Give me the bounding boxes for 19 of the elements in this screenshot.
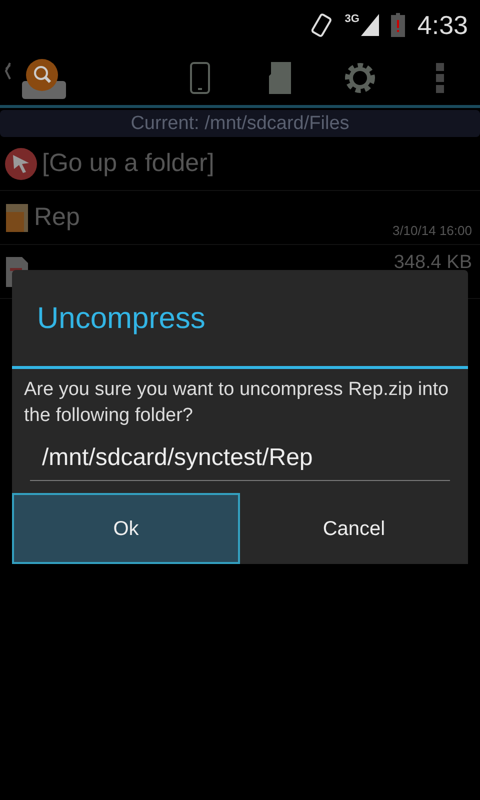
dialog-message: Are you sure you want to uncompress Rep.zip into the following folder?	[23, 378, 450, 428]
menu-icon	[436, 63, 444, 93]
sd-card-icon	[269, 62, 291, 94]
current-path-bar: Current: /mnt/sdcard/Files	[0, 110, 480, 137]
file-name: [Go up a folder]	[42, 151, 214, 176]
file-date: 3/10/14 16:00	[392, 222, 472, 240]
battery-icon	[391, 13, 406, 37]
folder-icon	[4, 202, 30, 234]
vibrate-icon	[308, 12, 333, 38]
network-type: 3G	[344, 14, 360, 25]
folder-input-field[interactable]: /mnt/sdcard/synctest/Rep	[30, 435, 450, 481]
file-size: 348.4 KB	[394, 251, 472, 275]
signal-icon	[361, 14, 380, 36]
file-name: Rep	[34, 205, 80, 230]
phone-icon	[190, 62, 210, 94]
clock: 4:33	[417, 8, 468, 42]
dialog-button[interactable]: Ok	[12, 493, 240, 564]
dialog-title: Uncompress	[36, 300, 206, 336]
settings-icon	[344, 62, 376, 94]
